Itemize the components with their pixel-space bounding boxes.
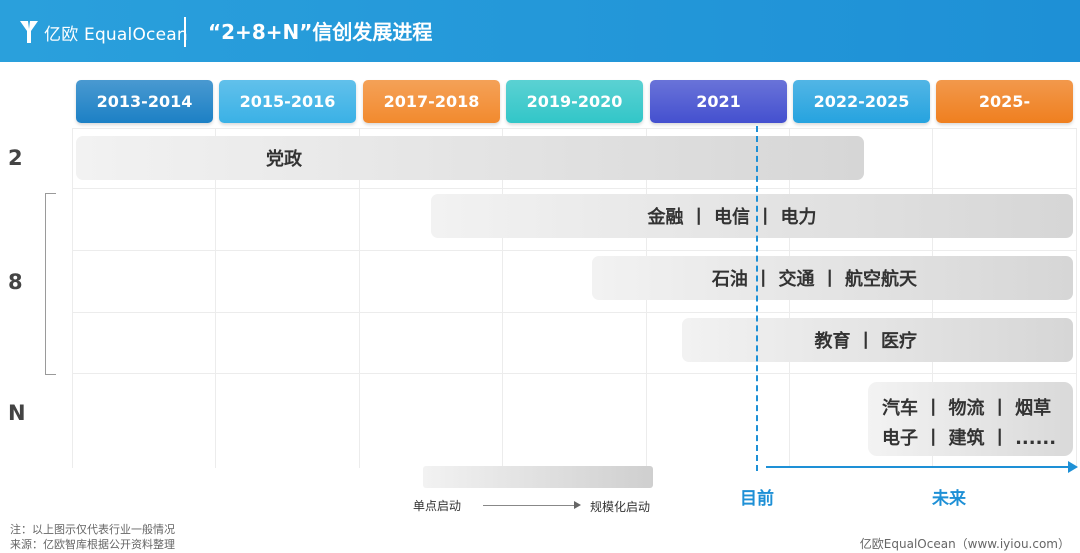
period-tab: 2022-2025 [793, 80, 930, 123]
legend-end-label: 规模化启动 [590, 500, 651, 514]
timeline-bar-label: 党政 [266, 149, 302, 170]
bar-n-line-1: 汽车 丨 物流 丨 烟草 [882, 398, 1052, 419]
grid-vline [1076, 128, 1077, 468]
timeline-bar: 石油 丨 交通 丨 航空航天 [592, 256, 1073, 300]
legend-gradient-swatch [423, 466, 653, 488]
current-marker-line [756, 126, 758, 471]
grid-vline [72, 128, 73, 468]
group-8-bracket [45, 193, 56, 375]
period-tab: 2021 [650, 80, 787, 123]
legend-arrow-icon [574, 501, 581, 509]
grid-hline [72, 373, 1077, 374]
future-arrow-icon [1068, 461, 1078, 473]
period-tab: 2017-2018 [363, 80, 500, 123]
bar-n-line-2: 电子 丨 建筑 丨 ...... [882, 428, 1057, 449]
timeline-bar: 党政 [76, 136, 864, 180]
period-tab: 2019-2020 [506, 80, 643, 123]
grid-hline [72, 250, 1077, 251]
row-label-2: 2 [8, 146, 23, 170]
timeline-bar: 教育 丨 医疗 [682, 318, 1073, 362]
timeline-bar-label: 金融 丨 电信 丨 电力 [647, 207, 817, 228]
row-label-n: N [8, 401, 26, 425]
future-marker-label: 未来 [932, 489, 966, 509]
legend-start-label: 单点启动 [413, 499, 462, 513]
timeline-bar-label: 石油 丨 交通 丨 航空航天 [711, 269, 917, 290]
credit-note: 亿欧EqualOcean（www.iyiou.com） [859, 537, 1070, 551]
period-tab: 2025- [936, 80, 1073, 123]
source-note: 来源：亿欧智库根据公开资料整理 [10, 538, 175, 551]
footnote: 注：以上图示仅代表行业一般情况 [10, 523, 175, 536]
row-label-8: 8 [8, 270, 23, 294]
grid-hline [72, 128, 1077, 129]
grid-hline [72, 188, 1077, 189]
period-tab: 2013-2014 [76, 80, 213, 123]
bar-n-industries: 汽车 丨 物流 丨 烟草 电子 丨 建筑 丨 ...... [868, 382, 1073, 456]
timeline-bar: 金融 丨 电信 丨 电力 [431, 194, 1073, 238]
grid-hline [72, 312, 1077, 313]
legend-arrow-line [483, 505, 575, 506]
period-tab: 2015-2016 [219, 80, 356, 123]
current-marker-label: 目前 [740, 489, 774, 509]
future-arrow-line [766, 466, 1071, 468]
timeline-bar-label: 教育 丨 医疗 [814, 331, 917, 352]
